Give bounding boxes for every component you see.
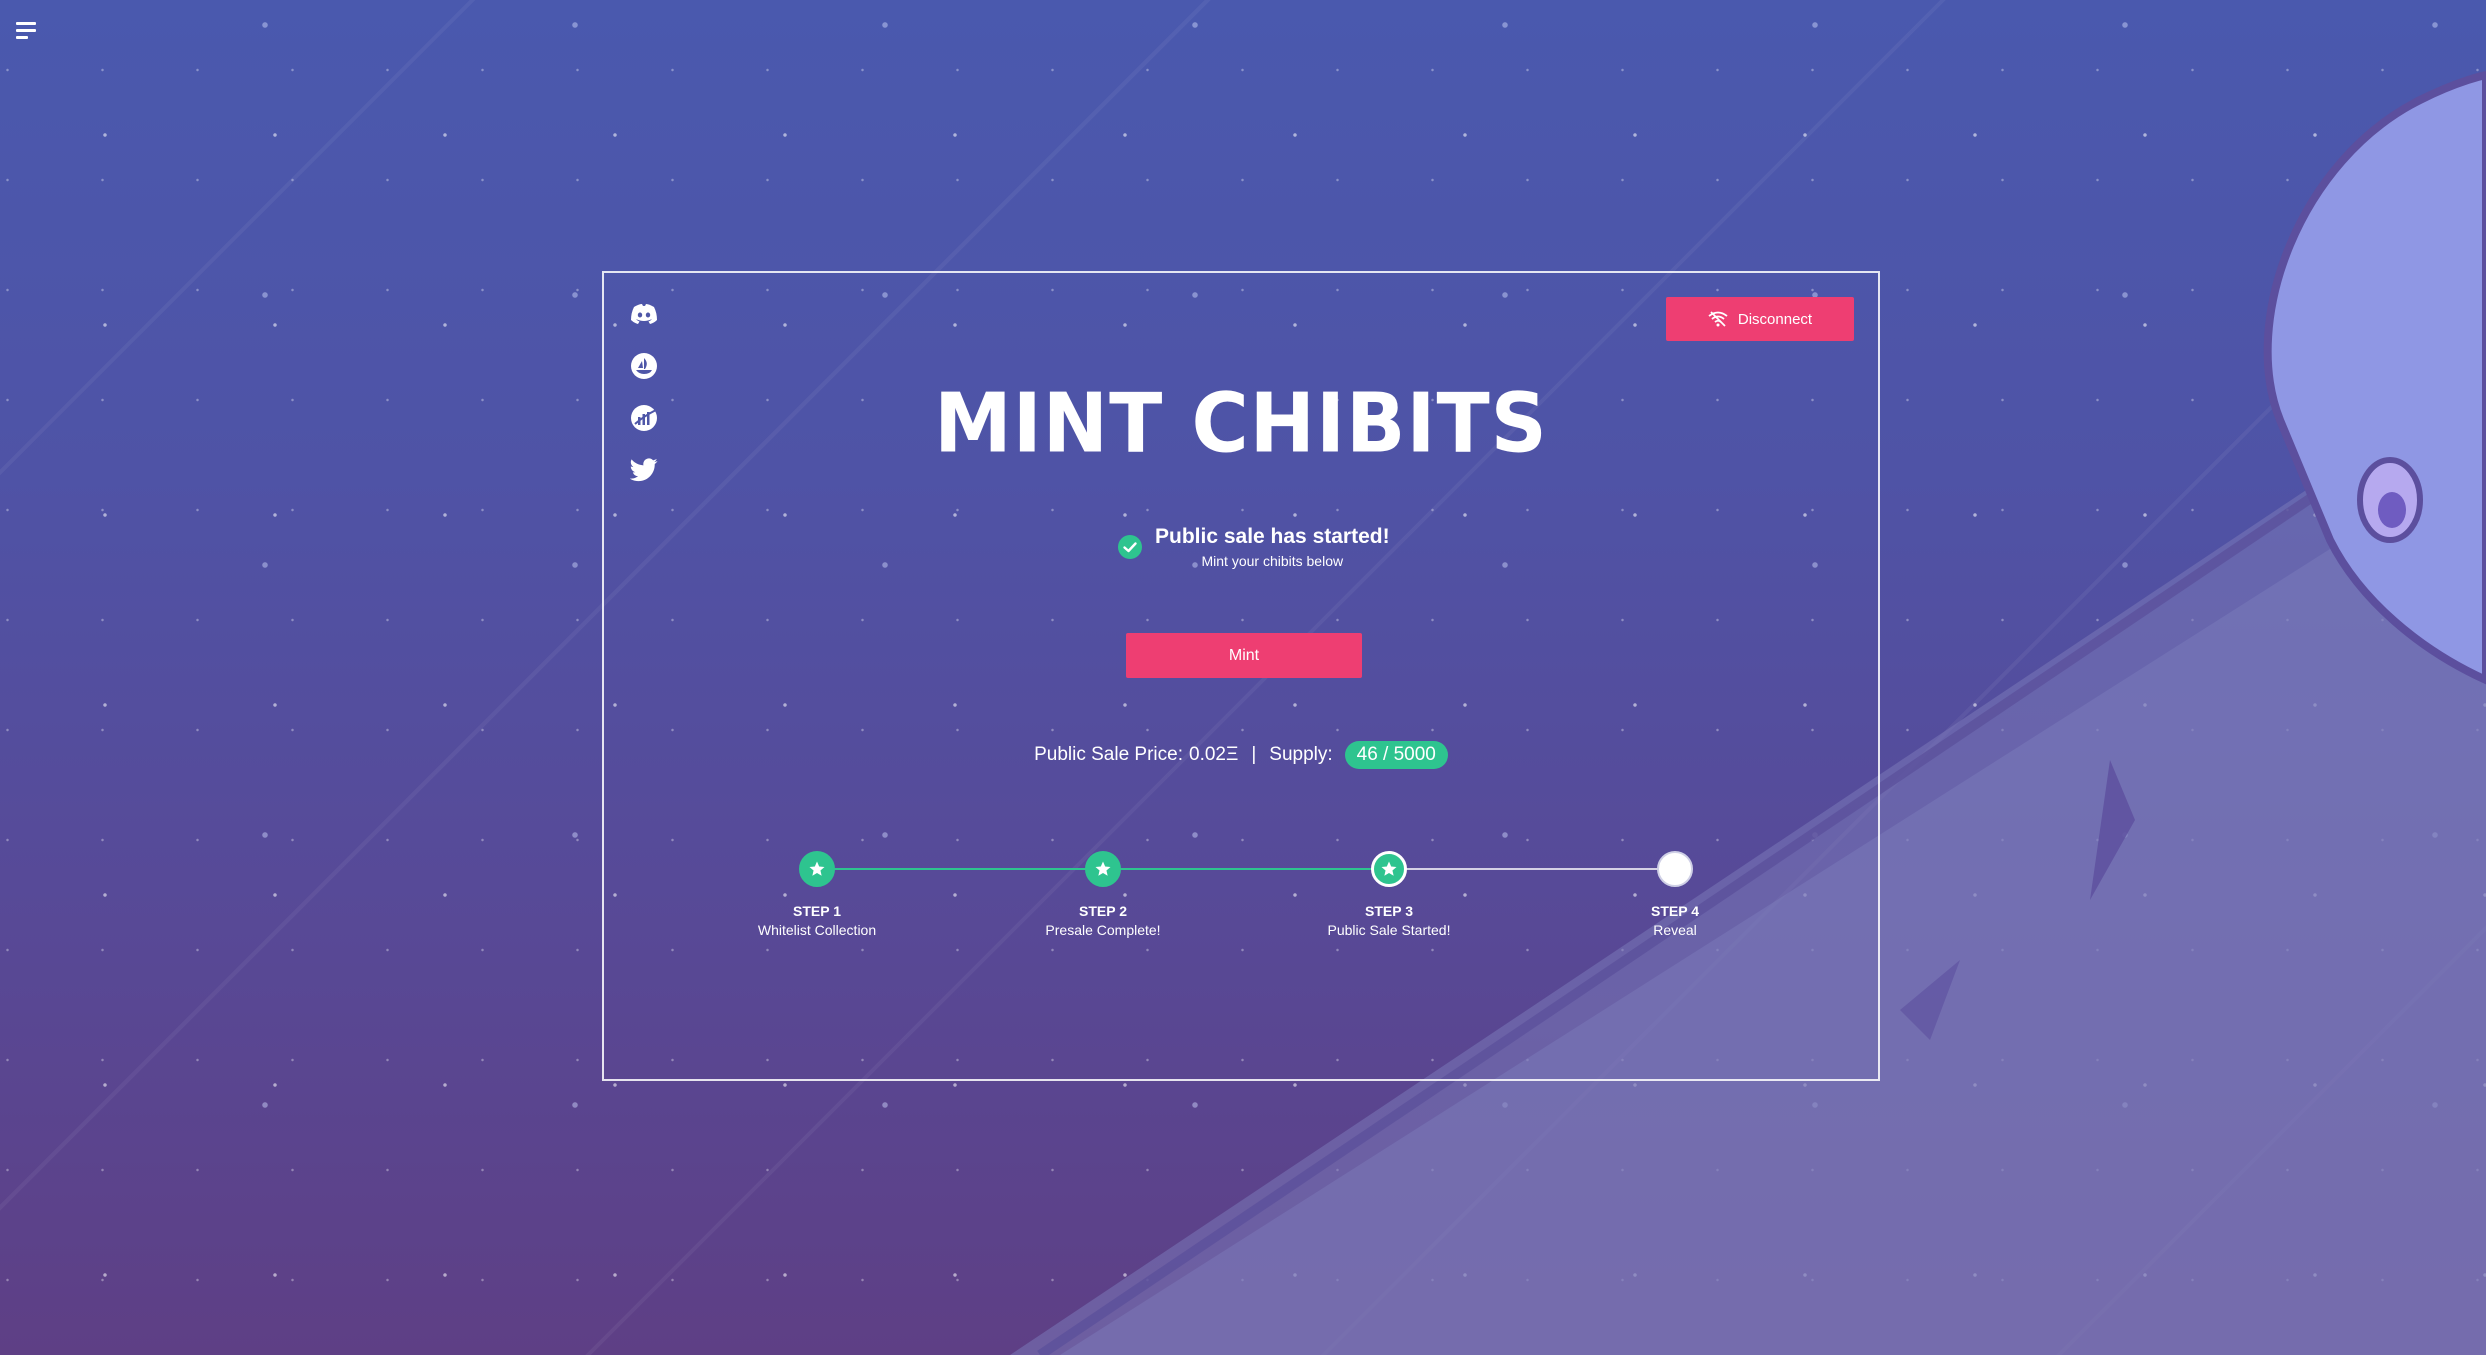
step-description: Reveal — [1653, 922, 1697, 938]
mint-panel: Disconnect MINT CHIBITS Public sale has … — [602, 271, 1880, 1081]
step-description: Presale Complete! — [1045, 922, 1161, 938]
star-icon — [809, 861, 825, 876]
step-description: Public Sale Started! — [1327, 922, 1451, 938]
step-1-indicator — [799, 851, 835, 887]
step-4-label: STEP 4 Reveal — [1575, 903, 1775, 938]
star-icon — [1381, 861, 1397, 876]
step-2-label: STEP 2 Presale Complete! — [1003, 903, 1203, 938]
hamburger-menu-button[interactable] — [16, 22, 40, 42]
step-1-label: STEP 1 Whitelist Collection — [717, 903, 917, 938]
step-number: STEP 2 — [1079, 903, 1127, 919]
step-4-indicator — [1657, 851, 1693, 887]
step-2-indicator — [1085, 851, 1121, 887]
star-icon — [1095, 861, 1111, 876]
step-number: STEP 1 — [793, 903, 841, 919]
step-number: STEP 3 — [1365, 903, 1413, 919]
step-number: STEP 4 — [1651, 903, 1699, 919]
step-description: Whitelist Collection — [757, 922, 877, 938]
step-3-label: STEP 3 Public Sale Started! — [1289, 903, 1489, 938]
progress-steps: STEP 1 Whitelist Collection STEP 2 Presale … — [604, 273, 1878, 1079]
step-3-indicator — [1371, 851, 1407, 887]
progress-track-pending — [1389, 868, 1675, 870]
